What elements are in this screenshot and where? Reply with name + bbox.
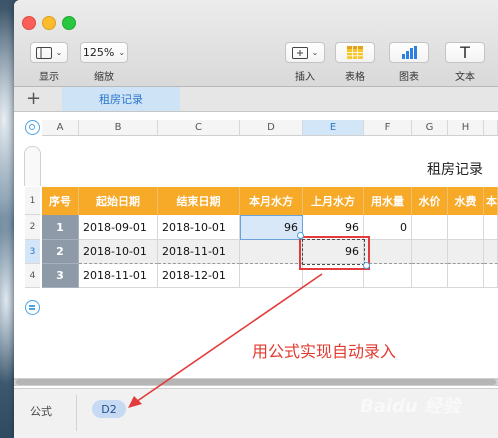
watermark-logo: Baidu 经验 bbox=[360, 396, 461, 417]
annotation-arrow bbox=[128, 273, 323, 408]
